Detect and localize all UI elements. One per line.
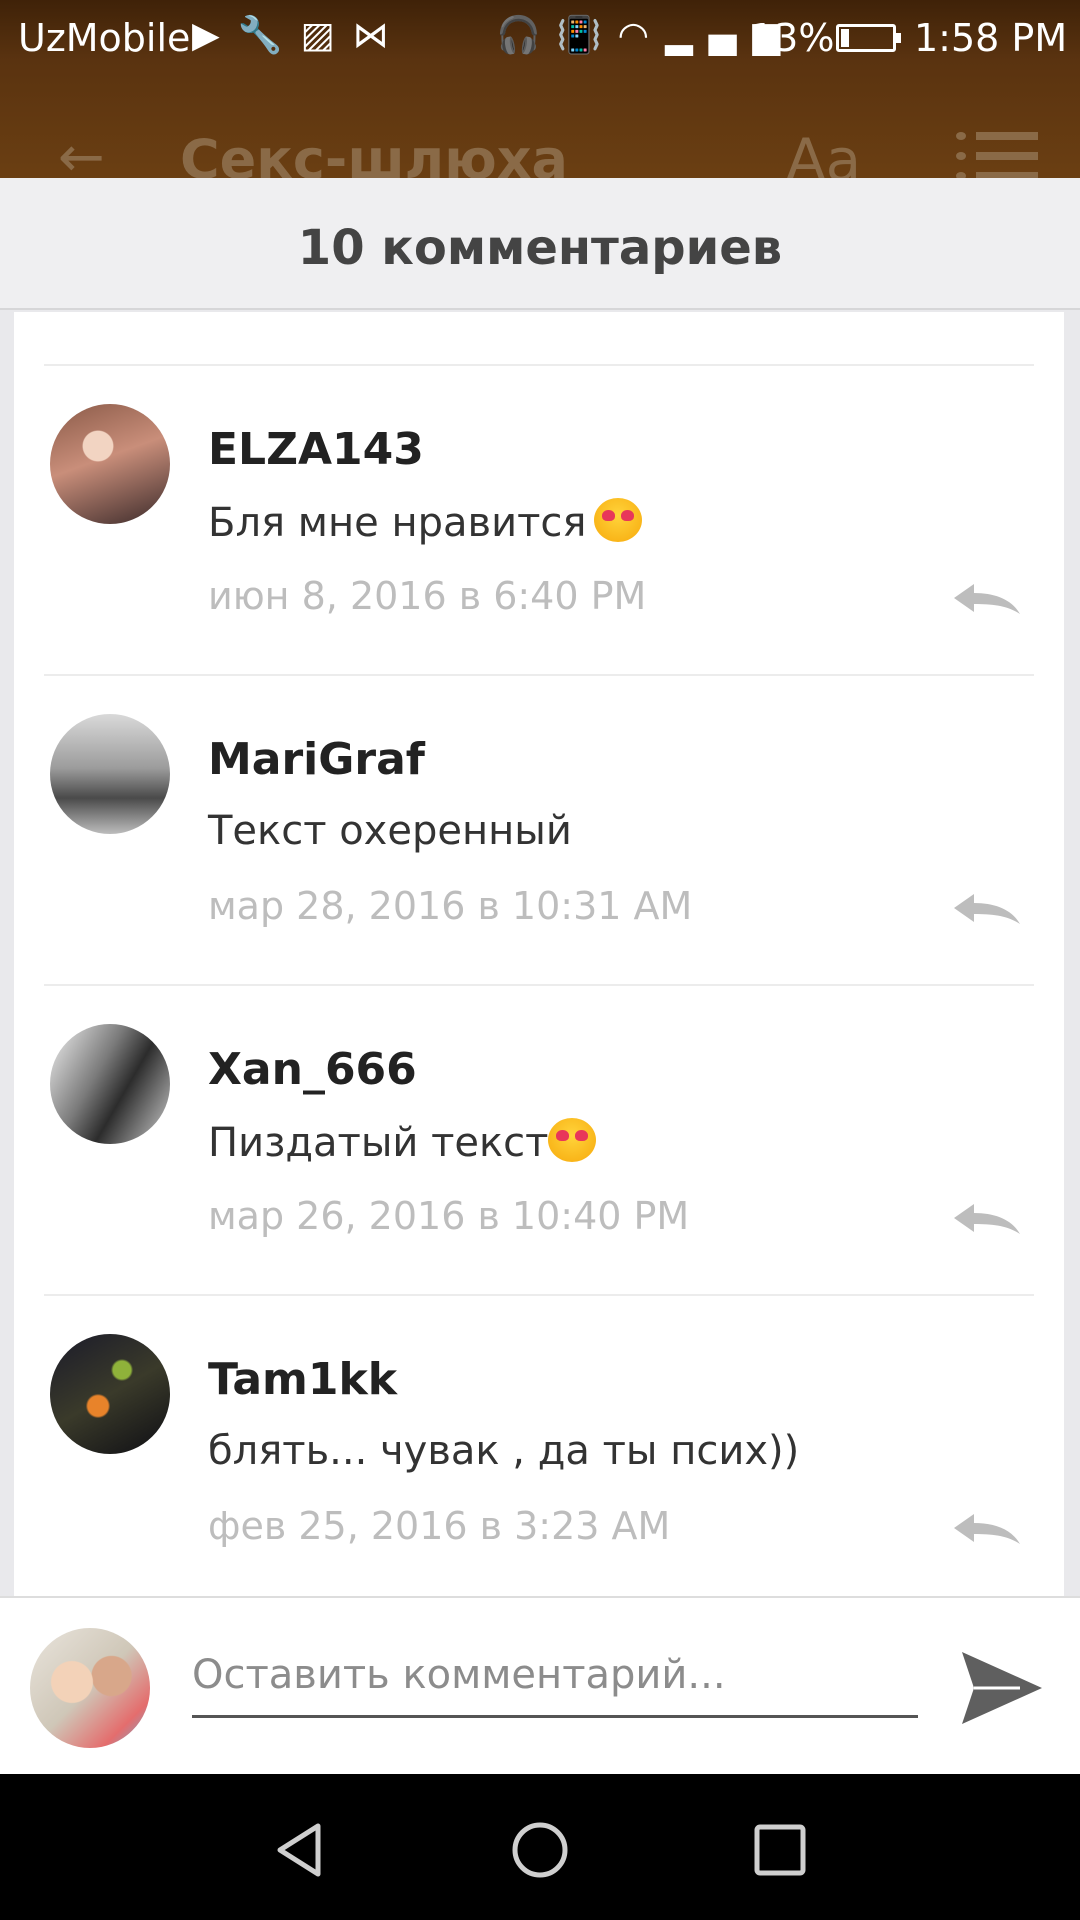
comments-count: 10 комментариев bbox=[297, 220, 783, 276]
comment-text: Бля мне нравится bbox=[208, 498, 643, 546]
wifi-icon: ◠ bbox=[617, 15, 666, 56]
comment-item: ELZA143 Бля мне нравится июн 8, 2016 в 6… bbox=[14, 366, 1064, 674]
my-avatar bbox=[30, 1628, 150, 1748]
comment-item: Tam1kk блять... чувак , да ты псих)) фев… bbox=[14, 1296, 1064, 1596]
system-nav-bar bbox=[0, 1774, 1080, 1920]
comment-text: Текст охеренный bbox=[208, 808, 572, 854]
notification-icons: ▶🔧▨⋈ bbox=[192, 14, 407, 56]
reply-icon[interactable] bbox=[952, 580, 1022, 620]
reply-icon[interactable] bbox=[952, 1200, 1022, 1240]
comment-date: июн 8, 2016 в 6:40 PM bbox=[208, 574, 647, 618]
heart-eyes-emoji-icon bbox=[594, 498, 643, 542]
avatar[interactable] bbox=[50, 404, 170, 524]
send-icon[interactable] bbox=[960, 1648, 1044, 1728]
comments-list[interactable]: ELZA143 Бля мне нравится июн 8, 2016 в 6… bbox=[14, 312, 1064, 1596]
clock: 1:58 PM bbox=[914, 16, 1068, 60]
top-bar: UzMobile ▶🔧▨⋈ 🎧📳◠▂▄▆ 13% 1:58 PM ← Секс-… bbox=[0, 0, 1080, 190]
heart-eyes-emoji-icon bbox=[548, 1118, 597, 1162]
reply-icon[interactable] bbox=[952, 890, 1022, 930]
image-icon: ▨ bbox=[300, 15, 353, 56]
comment-text: Пиздатый текст bbox=[208, 1118, 597, 1166]
comment-text: блять... чувак , да ты псих)) bbox=[208, 1428, 800, 1474]
comment-date: мар 26, 2016 в 10:40 PM bbox=[208, 1194, 690, 1238]
comment-date: фев 25, 2016 в 3:23 AM bbox=[208, 1504, 671, 1548]
app-bar: ← Секс-шлюха Aa bbox=[0, 110, 1080, 190]
battery-icon bbox=[836, 24, 901, 52]
avatar[interactable] bbox=[50, 1024, 170, 1144]
comment-username[interactable]: Xan_666 bbox=[208, 1044, 417, 1095]
play-icon: ▶ bbox=[192, 15, 238, 56]
status-bar: UzMobile ▶🔧▨⋈ 🎧📳◠▂▄▆ 13% 1:58 PM bbox=[0, 0, 1080, 80]
comment-username[interactable]: Tam1kk bbox=[208, 1354, 397, 1405]
comment-item: MariGraf Текст охеренный мар 28, 2016 в … bbox=[14, 676, 1064, 984]
comment-username[interactable]: ELZA143 bbox=[208, 424, 424, 475]
headphones-icon: 🎧 bbox=[496, 15, 557, 56]
comment-username[interactable]: MariGraf bbox=[208, 734, 425, 785]
nav-home-icon[interactable] bbox=[510, 1820, 570, 1880]
avatar[interactable] bbox=[50, 714, 170, 834]
nav-back-icon[interactable] bbox=[270, 1820, 330, 1880]
wrench-icon: 🔧 bbox=[237, 15, 301, 56]
list-menu-icon[interactable] bbox=[956, 132, 1038, 180]
battery-percent: 13% bbox=[750, 16, 835, 60]
nav-recents-icon[interactable] bbox=[750, 1820, 810, 1880]
bowtie-icon: ⋈ bbox=[352, 15, 407, 56]
comment-date: мар 28, 2016 в 10:31 AM bbox=[208, 884, 693, 928]
comment-item: Xan_666 Пиздатый текст мар 26, 2016 в 10… bbox=[14, 986, 1064, 1294]
comments-header: 10 комментариев bbox=[0, 178, 1080, 310]
vibrate-icon: 📳 bbox=[556, 15, 618, 56]
comment-input[interactable] bbox=[192, 1634, 918, 1718]
reply-icon[interactable] bbox=[952, 1510, 1022, 1550]
carrier-name: UzMobile bbox=[18, 16, 191, 60]
avatar[interactable] bbox=[50, 1334, 170, 1454]
comment-composer bbox=[0, 1596, 1080, 1774]
